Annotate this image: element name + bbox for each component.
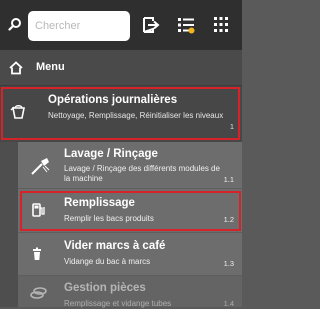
search-icon[interactable] xyxy=(8,17,22,31)
item-number: 1.2 xyxy=(223,215,234,224)
item-description: Remplir les bacs produits xyxy=(64,214,154,223)
grid-icon[interactable] xyxy=(211,15,231,35)
logout-icon[interactable] xyxy=(141,15,161,35)
section-daily-operations[interactable]: Opérations journalières Nettoyage, Rempl… xyxy=(0,86,242,142)
list-item-gestion-pieces[interactable]: Gestion pièces Remplissage et vidange tu… xyxy=(18,276,242,308)
cleaning-bucket-icon xyxy=(10,104,26,120)
item-title: Vider marcs à café xyxy=(64,240,166,252)
section-title: Opérations journalières xyxy=(48,94,178,106)
washing-brush-icon xyxy=(30,156,50,175)
search-input[interactable]: Chercher xyxy=(28,11,130,41)
trash-icon xyxy=(30,246,46,262)
submenu-indent-bar xyxy=(0,142,18,307)
item-title: Remplissage xyxy=(64,197,135,209)
list-item-vider-marcs[interactable]: Vider marcs à café Vidange du bac à marc… xyxy=(18,233,242,276)
section-number: 1 xyxy=(229,122,234,131)
item-title: Gestion pièces xyxy=(64,282,146,294)
menu-home-row[interactable]: Menu xyxy=(0,50,242,86)
coins-icon xyxy=(30,285,47,301)
item-description: Vidange du bac à marcs xyxy=(64,257,151,266)
item-number: 1.3 xyxy=(223,259,234,268)
list-item-lavage[interactable]: Lavage / Rinçage Lavage / Rinçage des di… xyxy=(18,142,242,189)
settings-list-icon[interactable] xyxy=(176,15,196,35)
section-description: Nettoyage, Remplissage, Réinitialiser le… xyxy=(48,111,224,120)
list-item-remplissage[interactable]: Remplissage Remplir les bacs produits 1.… xyxy=(18,189,242,233)
item-title: Lavage / Rinçage xyxy=(64,148,158,160)
top-bar: Chercher xyxy=(0,0,242,50)
home-icon xyxy=(9,61,23,75)
item-description: Remplissage et vidange tubes xyxy=(64,299,172,308)
fuel-pump-icon xyxy=(30,202,46,218)
item-description: Lavage / Rinçage des différents modules … xyxy=(64,164,220,183)
item-number: 1.1 xyxy=(223,175,234,184)
menu-label: Menu xyxy=(36,61,65,73)
